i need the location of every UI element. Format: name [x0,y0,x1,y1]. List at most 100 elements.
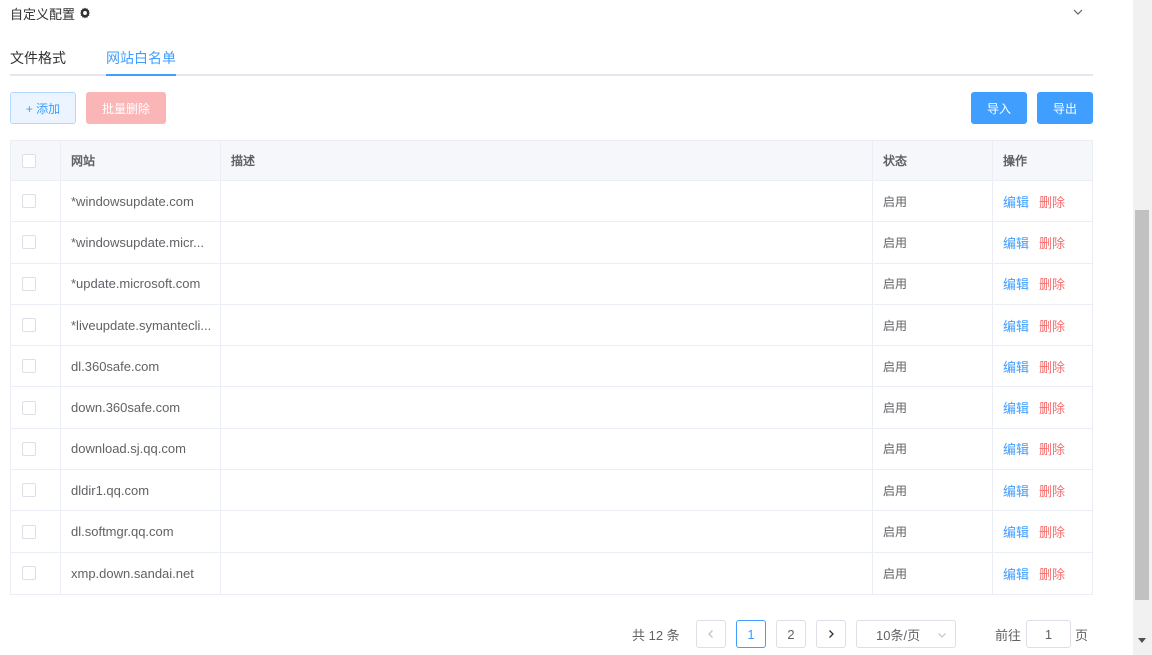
export-button[interactable]: 导出 [1037,92,1093,124]
status-cell: 启用 [873,346,993,387]
table-row: *liveupdate.symantecli... 启用 编辑 删除 [11,304,1092,347]
edit-link[interactable]: 编辑 [1003,357,1029,376]
select-all-checkbox[interactable] [22,153,36,168]
actions-cell: 编辑 删除 [993,264,1092,304]
site-text: dldir1.qq.com [71,482,150,498]
scroll-down-arrow-icon[interactable] [1138,638,1146,643]
next-page-button[interactable] [816,620,846,648]
description-cell [221,387,873,428]
section-header[interactable]: 自定义配置 [10,4,91,22]
delete-link[interactable]: 删除 [1039,233,1065,252]
goto-suffix: 页 [1075,627,1089,643]
row-checkbox[interactable] [22,276,36,291]
site-text: download.sj.qq.com [71,441,186,457]
row-checkbox[interactable] [22,400,36,415]
table-row: down.360safe.com 启用 编辑 删除 [11,387,1092,429]
site-cell: *update.microsoft.com [61,263,221,304]
chevron-down-icon[interactable] [1072,6,1084,18]
delete-link[interactable]: 删除 [1039,192,1065,211]
column-header-status: 状态 [873,141,993,180]
actions-cell: 编辑 删除 [993,511,1092,551]
row-checkbox[interactable] [22,441,36,456]
site-text: down.360safe.com [71,400,181,416]
row-check-cell [11,428,61,470]
row-checkbox[interactable] [22,235,36,250]
tab-file-format[interactable]: 文件格式 [10,48,66,68]
delete-link[interactable]: 删除 [1039,274,1065,293]
delete-link[interactable]: 删除 [1039,439,1065,458]
edit-link[interactable]: 编辑 [1003,192,1029,211]
import-button[interactable]: 导入 [971,92,1027,124]
site-cell: *windowsupdate.com [61,181,221,222]
edit-link[interactable]: 编辑 [1003,233,1029,252]
page-size-value: 10条/页 [876,627,921,643]
site-cell: *liveupdate.symantecli... [61,304,221,346]
edit-link[interactable]: 编辑 [1003,274,1029,293]
edit-link[interactable]: 编辑 [1003,398,1029,417]
add-button[interactable]: + 添加 [10,92,76,124]
status-cell: 启用 [873,552,993,594]
delete-link[interactable]: 删除 [1039,522,1065,541]
column-header-description: 描述 [221,141,873,180]
edit-link[interactable]: 编辑 [1003,564,1029,583]
scrollbar-thumb[interactable] [1135,210,1149,600]
row-checkbox[interactable] [22,359,36,374]
row-checkbox[interactable] [22,483,36,498]
section-title: 自定义配置 [10,6,76,22]
page-button-2[interactable]: 2 [776,620,806,648]
page-size-select[interactable]: 10条/页 [856,620,956,648]
actions-cell: 编辑 删除 [993,387,1092,427]
tab-website-whitelist[interactable]: 网站白名单 [106,48,176,68]
status-cell: 启用 [873,263,993,304]
goto-page-input[interactable] [1026,620,1071,648]
description-cell [221,222,873,263]
table-row: dldir1.qq.com 启用 编辑 删除 [11,470,1092,512]
table-row: dl.360safe.com 启用 编辑 删除 [11,346,1092,388]
description-cell [221,263,873,304]
whitelist-table: 网站 描述 状态 操作 *windowsupdate.com 启用 编辑 删除 *win… [10,140,1093,595]
page-button-1[interactable]: 1 [736,620,766,648]
row-checkbox[interactable] [22,318,36,333]
row-check-cell [11,304,61,346]
status-cell: 启用 [873,181,993,222]
actions-cell: 编辑 删除 [993,429,1092,469]
description-cell [221,304,873,346]
gear-icon[interactable] [79,7,91,19]
site-text: dl.softmgr.qq.com [71,524,174,540]
table-row: *update.microsoft.com 启用 编辑 删除 [11,263,1092,305]
chevron-left-icon [708,630,713,638]
site-text: *update.microsoft.com [71,276,201,292]
description-cell [221,511,873,552]
site-cell: xmp.down.sandai.net [61,552,221,594]
bulk-delete-button[interactable]: 批量删除 [86,92,166,124]
row-check-cell [11,222,61,263]
prev-page-button[interactable] [696,620,726,648]
site-cell: dl.softmgr.qq.com [61,511,221,552]
edit-link[interactable]: 编辑 [1003,522,1029,541]
active-tab-indicator [106,74,176,76]
delete-link[interactable]: 删除 [1039,398,1065,417]
row-checkbox[interactable] [22,194,36,209]
status-cell: 启用 [873,470,993,511]
delete-link[interactable]: 删除 [1039,357,1065,376]
goto-label: 前往 [995,627,1022,643]
site-text: *windowsupdate.micr... [71,234,204,250]
status-cell: 启用 [873,428,993,470]
row-check-cell [11,470,61,511]
edit-link[interactable]: 编辑 [1003,316,1029,335]
delete-link[interactable]: 删除 [1039,481,1065,500]
site-text: xmp.down.sandai.net [71,565,194,581]
row-checkbox[interactable] [22,566,36,581]
delete-link[interactable]: 删除 [1039,564,1065,583]
row-check-cell [11,552,61,594]
row-checkbox[interactable] [22,524,36,539]
site-cell: download.sj.qq.com [61,428,221,470]
chevron-down-icon [938,633,946,638]
edit-link[interactable]: 编辑 [1003,481,1029,500]
edit-link[interactable]: 编辑 [1003,439,1029,458]
table-row: dl.softmgr.qq.com 启用 编辑 删除 [11,511,1092,553]
table-row: *windowsupdate.micr... 启用 编辑 删除 [11,222,1092,264]
delete-link[interactable]: 删除 [1039,316,1065,335]
vertical-scrollbar[interactable] [1133,0,1152,655]
actions-cell: 编辑 删除 [993,305,1092,345]
